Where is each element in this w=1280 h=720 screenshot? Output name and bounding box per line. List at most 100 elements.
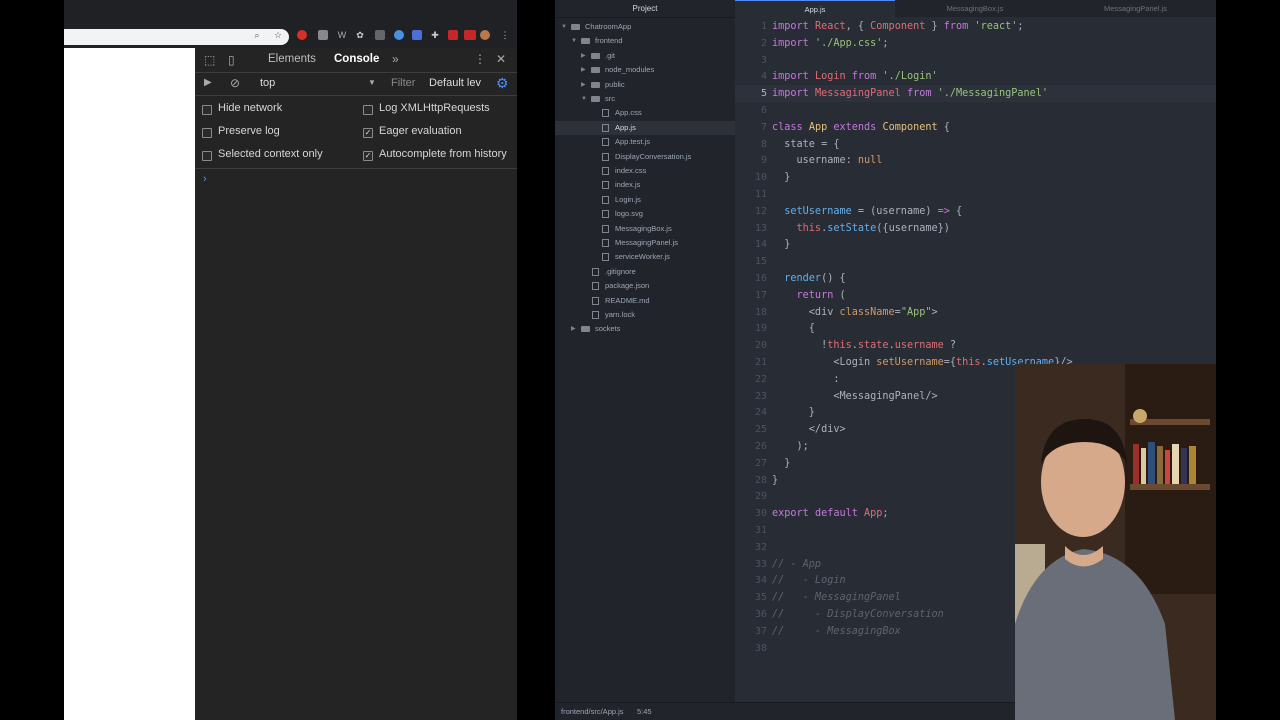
chevron-down-icon[interactable]: ▼ xyxy=(368,78,376,87)
code-line[interactable]: } xyxy=(772,169,790,186)
search-icon[interactable]: ⌕ xyxy=(252,30,262,40)
code-line[interactable]: return ( xyxy=(772,287,846,304)
code-line[interactable]: state = { xyxy=(772,136,839,153)
code-line[interactable]: import MessagingPanel from './MessagingP… xyxy=(772,85,1048,102)
tree-item[interactable]: App.test.js xyxy=(555,135,735,149)
code-line[interactable]: </div> xyxy=(772,421,846,438)
status-file-path[interactable]: frontend/src/App.js xyxy=(561,703,624,720)
star-icon[interactable]: ☆ xyxy=(273,30,283,40)
chevron-right-icon[interactable]: ▶ xyxy=(581,78,586,92)
extension-icon[interactable] xyxy=(412,30,422,40)
chevron-down-icon[interactable]: ▼ xyxy=(581,92,587,106)
tab-messagingbox-js[interactable]: MessagingBox.js xyxy=(895,0,1055,17)
tree-item[interactable]: .gitignore xyxy=(555,265,735,279)
tree-item[interactable]: index.js xyxy=(555,178,735,192)
tree-item[interactable]: ▶ .git xyxy=(555,49,735,63)
status-cursor-position[interactable]: 5:45 xyxy=(637,703,652,720)
code-line[interactable]: username: null xyxy=(772,152,883,169)
tree-item[interactable]: DisplayConversation.js xyxy=(555,150,735,164)
tab-app-js[interactable]: App.js xyxy=(735,0,895,17)
inspect-icon[interactable]: ⬚ xyxy=(204,53,215,67)
code-line[interactable]: // - MessagingBox xyxy=(772,623,901,640)
chevron-right-icon[interactable]: ▶ xyxy=(581,63,586,77)
code-line[interactable]: setUsername = (username) => { xyxy=(772,203,962,220)
extension-icon[interactable]: ✚ xyxy=(430,30,440,40)
code-line[interactable]: // - App xyxy=(772,556,821,573)
code-line[interactable]: { xyxy=(772,320,815,337)
tree-item[interactable]: ▼ src xyxy=(555,92,735,106)
tree-item[interactable]: ▶ node_modules xyxy=(555,63,735,77)
code-line[interactable]: import './App.css'; xyxy=(772,35,889,52)
tree-item[interactable]: ▼ ChatroomApp xyxy=(555,20,735,34)
eager-evaluation-checkbox[interactable]: ✓ xyxy=(363,128,373,138)
code-line[interactable]: this.setState({username}) xyxy=(772,220,950,237)
code-line[interactable]: // - DisplayConversation xyxy=(772,606,944,623)
preserve-log-checkbox[interactable] xyxy=(202,128,212,138)
code-line[interactable]: // - MessagingPanel xyxy=(772,589,901,606)
chevron-right-icon[interactable]: ▶ xyxy=(571,322,576,336)
clear-console-icon[interactable]: ⊘ xyxy=(230,76,240,90)
tab-elements[interactable]: Elements xyxy=(268,53,316,65)
log-level-selector[interactable]: Default lev xyxy=(429,77,481,89)
more-icon[interactable]: ⋮ xyxy=(500,30,510,40)
console-prompt[interactable]: › xyxy=(203,173,207,185)
tab-messagingpanel-js[interactable]: MessagingPanel.js xyxy=(1055,0,1216,17)
extension-icon[interactable]: ✿ xyxy=(355,30,365,40)
presenter-video xyxy=(1015,364,1216,720)
code-line[interactable]: : xyxy=(772,371,839,388)
code-line[interactable]: } xyxy=(772,455,790,472)
extension-icon[interactable] xyxy=(297,30,307,40)
extension-icon[interactable] xyxy=(448,30,458,40)
avatar[interactable] xyxy=(480,30,490,40)
device-toolbar-icon[interactable]: ▯ xyxy=(228,53,235,67)
tree-item[interactable]: yarn.lock xyxy=(555,308,735,322)
code-line[interactable]: // - Login xyxy=(772,572,846,589)
code-line[interactable]: render() { xyxy=(772,270,845,287)
chevron-right-icon[interactable]: ▶ xyxy=(581,49,586,63)
extension-icon[interactable] xyxy=(318,30,328,40)
autocomplete-checkbox[interactable]: ✓ xyxy=(363,151,373,161)
tree-item[interactable]: Login.js xyxy=(555,193,735,207)
tab-console[interactable]: Console xyxy=(334,53,379,65)
tree-item[interactable]: README.md xyxy=(555,294,735,308)
tree-item[interactable]: MessagingBox.js xyxy=(555,222,735,236)
gear-icon[interactable]: ⚙ xyxy=(496,75,509,92)
tree-item[interactable]: ▼ frontend xyxy=(555,34,735,48)
extension-icon[interactable] xyxy=(375,30,385,40)
code-line[interactable]: import Login from './Login' xyxy=(772,68,938,85)
devtools-menu-icon[interactable]: ⋮ xyxy=(474,52,486,66)
tree-item[interactable]: serviceWorker.js xyxy=(555,250,735,264)
tree-item[interactable]: App.css xyxy=(555,106,735,120)
code-line[interactable]: } xyxy=(772,236,790,253)
tree-item[interactable]: index.css xyxy=(555,164,735,178)
tree-item[interactable]: ▶ public xyxy=(555,78,735,92)
log-xhr-checkbox[interactable] xyxy=(363,105,373,115)
sidebar-toggle-icon[interactable]: ▶ xyxy=(204,77,212,88)
chevron-down-icon[interactable]: ▼ xyxy=(561,20,567,34)
tree-item[interactable]: ▶ sockets xyxy=(555,322,735,336)
code-line[interactable]: export default App; xyxy=(772,505,889,522)
code-line[interactable]: } xyxy=(772,404,815,421)
code-line[interactable]: <MessagingPanel/> xyxy=(772,388,937,405)
code-line[interactable]: ); xyxy=(772,438,809,455)
code-line[interactable]: import React, { Component } from 'react'… xyxy=(772,18,1024,35)
tree-item[interactable]: MessagingPanel.js xyxy=(555,236,735,250)
filter-input[interactable]: Filter xyxy=(391,77,415,89)
more-tabs-icon[interactable]: » xyxy=(392,52,399,66)
close-icon[interactable]: ✕ xyxy=(496,52,506,66)
code-line[interactable]: !this.state.username ? xyxy=(772,337,956,354)
extension-icon[interactable]: W xyxy=(337,30,347,40)
tree-item[interactable]: package.json xyxy=(555,279,735,293)
hide-network-checkbox[interactable] xyxy=(202,105,212,115)
extension-icon[interactable] xyxy=(394,30,404,40)
selected-context-checkbox[interactable] xyxy=(202,151,212,161)
chevron-down-icon[interactable]: ▼ xyxy=(571,34,577,48)
code-line[interactable]: class App extends Component { xyxy=(772,119,950,136)
code-line[interactable]: <div className="App"> xyxy=(772,304,938,321)
code-token: state = { xyxy=(772,138,840,150)
context-selector[interactable]: top xyxy=(260,77,275,89)
extension-icon[interactable] xyxy=(464,30,476,40)
code-line[interactable]: } xyxy=(772,472,778,489)
tree-item[interactable]: logo.svg xyxy=(555,207,735,221)
tree-item[interactable]: App.js xyxy=(555,120,735,135)
